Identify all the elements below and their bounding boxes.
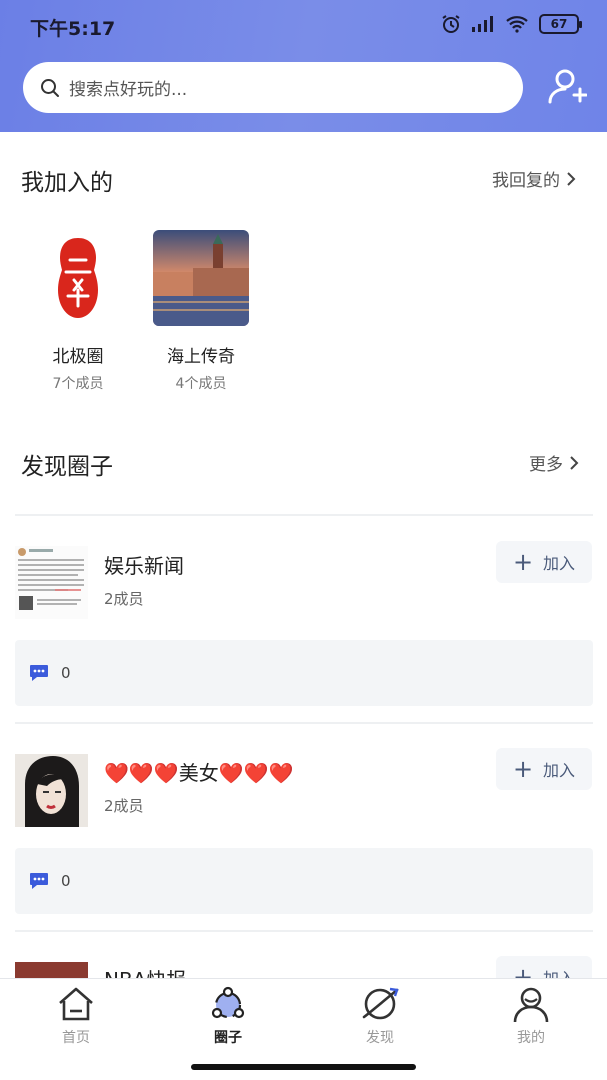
home-icon bbox=[59, 987, 93, 1021]
chevron-right-icon bbox=[567, 171, 576, 186]
comment-icon bbox=[30, 873, 48, 889]
circle-name: 海上传奇 bbox=[167, 347, 235, 367]
circle-thumbnail[interactable] bbox=[15, 546, 88, 619]
joined-circle-item[interactable]: 海上传奇 4个成员 bbox=[146, 230, 256, 393]
circle-network-icon bbox=[211, 986, 245, 1019]
my-replies-link[interactable]: 我回复的 bbox=[492, 166, 576, 191]
red-seal-logo bbox=[58, 238, 98, 318]
divider bbox=[15, 514, 593, 516]
alarm-icon bbox=[442, 15, 460, 33]
tab-home[interactable]: 首页 bbox=[26, 985, 126, 1047]
status-bar: 下午5:17 67 bbox=[0, 0, 607, 50]
divider bbox=[15, 722, 593, 724]
divider bbox=[15, 930, 593, 932]
search-bar[interactable]: 搜索点好玩的... bbox=[23, 62, 523, 113]
signal-icon bbox=[472, 16, 493, 32]
circle-member-count: 4个成员 bbox=[175, 376, 227, 392]
circle-name: 娱乐新闻 bbox=[104, 554, 184, 578]
tab-label: 圈子 bbox=[214, 1030, 242, 1046]
tab-label: 发现 bbox=[366, 1030, 394, 1046]
status-time: 下午5:17 bbox=[30, 18, 116, 40]
my-replies-label: 我回复的 bbox=[492, 171, 560, 191]
city-photo bbox=[153, 230, 249, 326]
joined-section-title: 我加入的 bbox=[21, 170, 113, 196]
planet-icon bbox=[362, 987, 399, 1020]
comment-icon bbox=[30, 665, 48, 681]
join-label: 加入 bbox=[543, 554, 576, 573]
tab-label: 首页 bbox=[62, 1030, 90, 1046]
home-indicator bbox=[191, 1064, 416, 1070]
more-label: 更多 bbox=[529, 455, 563, 475]
add-user-icon[interactable] bbox=[545, 66, 587, 108]
circle-member-count: 2成员 bbox=[104, 590, 144, 608]
tab-circles[interactable]: 圈子 bbox=[178, 985, 278, 1047]
tab-profile[interactable]: 我的 bbox=[481, 985, 581, 1047]
tab-label: 我的 bbox=[517, 1030, 545, 1046]
news-screenshot-image bbox=[15, 546, 88, 619]
comment-summary[interactable]: 0 bbox=[15, 640, 593, 706]
comment-count: 0 bbox=[61, 664, 71, 682]
join-button[interactable]: + 加入 bbox=[496, 541, 592, 583]
search-placeholder: 搜索点好玩的... bbox=[69, 80, 188, 100]
battery-indicator: 67 bbox=[539, 14, 582, 34]
circle-name: ❤️❤️❤️美女❤️❤️❤️ bbox=[104, 761, 294, 785]
circle-name: 北极圈 bbox=[52, 347, 104, 367]
join-button[interactable]: + 加入 bbox=[496, 748, 592, 790]
plus-icon: + bbox=[512, 548, 534, 576]
comment-count: 0 bbox=[61, 872, 71, 890]
status-icons: 67 bbox=[441, 14, 582, 34]
more-link[interactable]: 更多 bbox=[529, 450, 579, 475]
profile-icon bbox=[513, 987, 549, 1023]
discover-section-title: 发现圈子 bbox=[21, 454, 113, 480]
header: 下午5:17 67 搜索点好玩的... bbox=[0, 0, 607, 132]
circle-thumbnail[interactable] bbox=[15, 754, 88, 827]
circle-avatar bbox=[153, 230, 249, 326]
tab-discover[interactable]: 发现 bbox=[330, 985, 430, 1047]
join-label: 加入 bbox=[543, 761, 576, 780]
comment-summary[interactable]: 0 bbox=[15, 848, 593, 914]
search-icon bbox=[41, 78, 59, 97]
circle-member-count: 7个成员 bbox=[52, 376, 104, 392]
circle-member-count: 2成员 bbox=[104, 797, 144, 815]
plus-icon: + bbox=[512, 755, 534, 783]
joined-circle-item[interactable]: 北极圈 7个成员 bbox=[23, 230, 133, 393]
portrait-image bbox=[15, 754, 88, 827]
circle-avatar bbox=[30, 230, 126, 326]
wifi-icon bbox=[506, 16, 528, 33]
chevron-right-icon bbox=[570, 455, 579, 470]
